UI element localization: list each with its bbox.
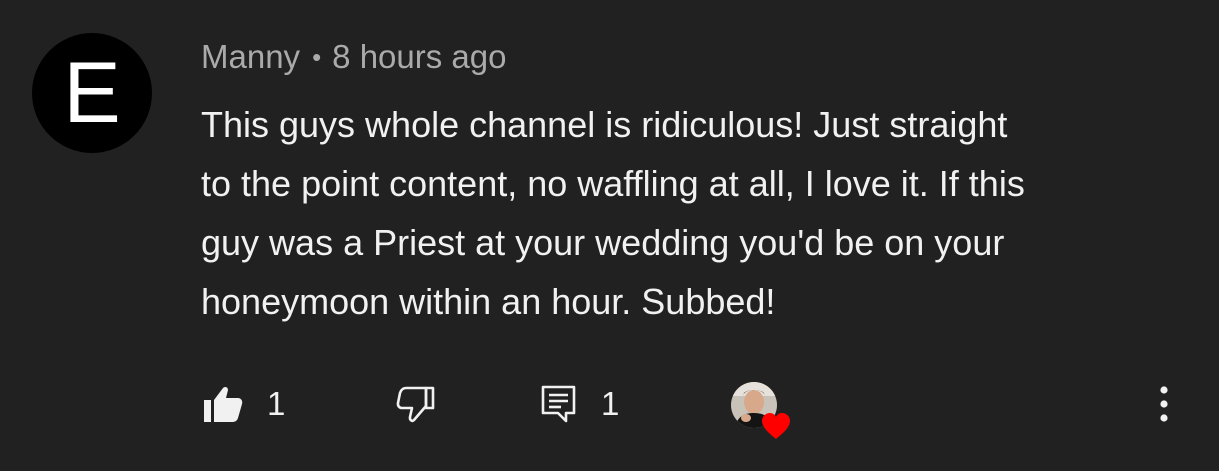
author-name[interactable]: Manny [201,38,300,76]
comment-text: This guys whole channel is ridiculous! J… [201,95,1191,331]
comment-line: to the point content, no waffling at all… [201,163,1025,204]
reply-comment-icon [541,384,577,424]
heart-icon [762,413,790,439]
like-button[interactable]: 1 [203,378,285,430]
creator-avatar [731,382,790,439]
reply-count: 1 [601,385,620,422]
avatar[interactable]: E [32,33,152,153]
comment-line: honeymoon within an hour. Subbed! [201,281,776,322]
comment-line: guy was a Priest at your wedding you'd b… [201,222,1005,263]
comment-card: E Manny • 8 hours ago This guys whole ch… [0,0,1219,471]
reply-button[interactable]: 1 [541,378,619,430]
like-count: 1 [267,385,286,422]
avatar-letter: E [63,45,121,141]
comment-header: Manny • 8 hours ago [201,36,506,78]
dislike-button[interactable] [396,378,436,430]
comment-line: This guys whole channel is ridiculous! J… [201,104,1008,145]
creator-heart [731,379,790,439]
thumbs-up-icon [203,385,243,423]
timestamp[interactable]: 8 hours ago [332,38,506,76]
more-vertical-icon [1160,386,1168,422]
separator-dot: • [312,41,322,72]
more-options-button[interactable] [1152,384,1176,424]
thumbs-down-icon [396,384,436,424]
